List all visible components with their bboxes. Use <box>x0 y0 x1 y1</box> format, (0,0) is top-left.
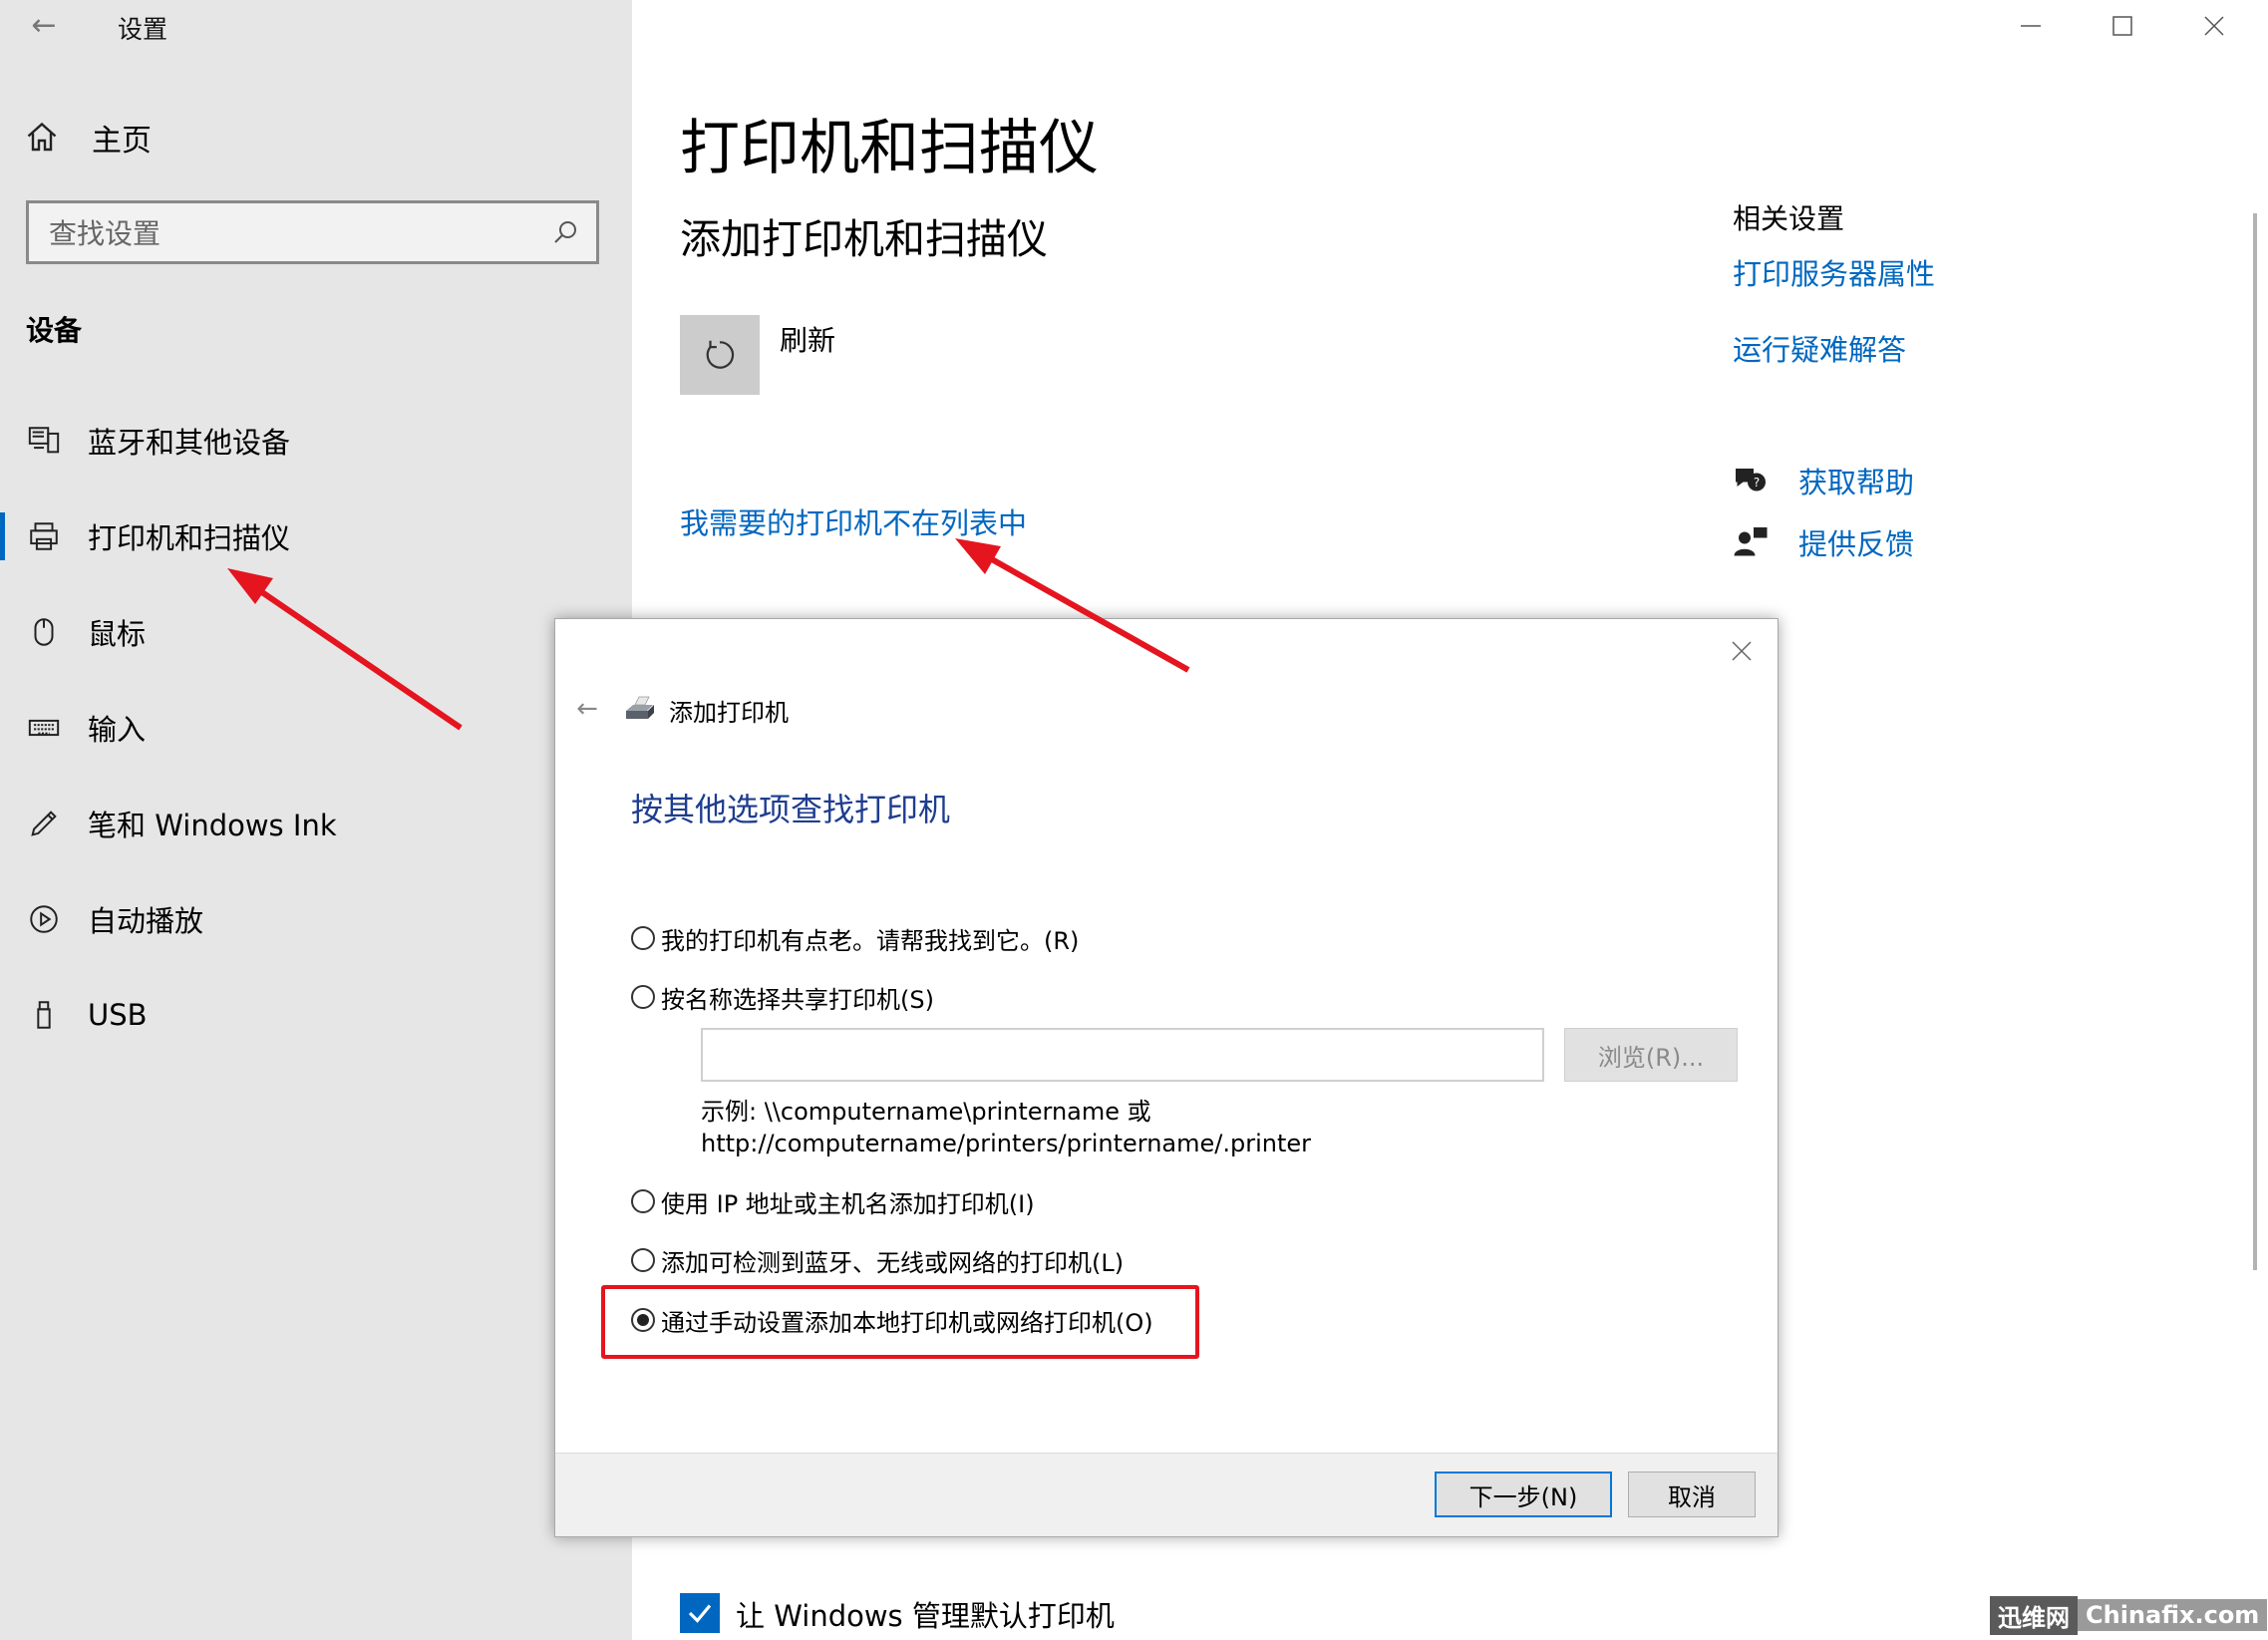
close-button[interactable] <box>2169 0 2259 52</box>
close-icon <box>2204 16 2224 36</box>
printer-icon <box>24 516 64 556</box>
minimize-button[interactable] <box>1986 0 2076 52</box>
sidebar-item-label: USB <box>88 998 148 1032</box>
printer-icon <box>626 696 654 719</box>
search-box[interactable] <box>26 200 599 264</box>
next-button[interactable]: 下一步(N) <box>1435 1472 1612 1517</box>
radio-button[interactable] <box>631 985 655 1009</box>
sidebar-home-label: 主页 <box>92 124 152 159</box>
sidebar-item-label: 鼠标 <box>88 617 147 651</box>
minimize-icon <box>2021 25 2041 27</box>
svg-text:?: ? <box>1754 476 1760 490</box>
refresh-icon <box>706 340 735 369</box>
watermark: 迅维网 Chinafix.com <box>1990 1595 2268 1635</box>
printer-not-listed-link[interactable]: 我需要的打印机不在列表中 <box>680 500 1027 542</box>
page-title: 打印机和扫描仪 <box>680 114 1099 183</box>
sidebar-item-mouse[interactable]: 鼠标 <box>0 600 632 664</box>
option-label: 添加可检测到蓝牙、无线或网络的打印机(L) <box>661 1248 1125 1277</box>
checkmark-icon <box>688 1604 712 1623</box>
example-line-2: http://computername/printers/printername… <box>701 1130 1312 1157</box>
bluetooth-device-icon <box>24 421 64 461</box>
refresh-label: 刷新 <box>780 324 836 357</box>
sidebar-item-label: 打印机和扫描仪 <box>88 521 291 555</box>
usb-icon <box>24 995 64 1035</box>
sidebar-item-typing[interactable]: 输入 <box>0 696 632 760</box>
give-feedback-link[interactable]: 提供反馈 <box>1733 520 1914 564</box>
example-text: 示例: \\computername\printername 或 http://… <box>701 1096 1311 1159</box>
feedback-icon <box>1734 527 1768 556</box>
give-feedback-label: 提供反馈 <box>1798 527 1915 561</box>
cancel-button[interactable]: 取消 <box>1628 1472 1756 1517</box>
sidebar-home[interactable]: 主页 <box>24 112 152 164</box>
page-subtitle: 添加打印机和扫描仪 <box>680 215 1048 263</box>
option-older-printer[interactable]: 我的打印机有点老。请帮我找到它。(R) <box>631 921 1079 955</box>
dialog-footer: 下一步(N) 取消 <box>555 1453 1778 1536</box>
search-input[interactable] <box>49 213 547 253</box>
maximize-button[interactable] <box>2078 0 2167 52</box>
keyboard-icon <box>24 708 64 748</box>
home-icon <box>27 122 57 152</box>
dialog-heading: 按其他选项查找打印机 <box>631 791 951 828</box>
help-chat-icon: ? <box>1736 469 1766 492</box>
sidebar-item-autoplay[interactable]: 自动播放 <box>0 887 632 951</box>
watermark-en: Chinafix.com <box>2078 1599 2268 1631</box>
option-discoverable-printer[interactable]: 添加可检测到蓝牙、无线或网络的打印机(L) <box>631 1243 1124 1277</box>
default-printer-checkbox[interactable] <box>680 1593 720 1633</box>
troubleshoot-link[interactable]: 运行疑难解答 <box>1733 327 1906 369</box>
mouse-icon <box>24 612 64 652</box>
example-line-1: 示例: \\computername\printername 或 <box>701 1098 1151 1126</box>
option-label: 按名称选择共享打印机(S) <box>661 985 934 1014</box>
sidebar-item-label: 蓝牙和其他设备 <box>88 426 291 460</box>
sidebar-item-label: 笔和 Windows Ink <box>88 809 337 842</box>
close-icon <box>1732 641 1752 661</box>
dialog-close-button[interactable] <box>1724 633 1760 669</box>
option-shared-by-name[interactable]: 按名称选择共享打印机(S) <box>631 980 934 1014</box>
dialog-back-icon[interactable]: ← <box>569 691 605 727</box>
dialog-title: 添加打印机 <box>669 699 789 727</box>
maximize-icon <box>2112 16 2132 36</box>
radio-button[interactable] <box>631 1248 655 1272</box>
shared-printer-input[interactable] <box>701 1028 1544 1082</box>
radio-button[interactable] <box>631 1189 655 1213</box>
print-server-properties-link[interactable]: 打印服务器属性 <box>1733 251 1935 293</box>
get-help-link[interactable]: ? 获取帮助 <box>1733 459 1914 502</box>
section-title: 设备 <box>26 314 83 347</box>
option-ip-hostname[interactable]: 使用 IP 地址或主机名添加打印机(I) <box>631 1184 1035 1218</box>
sidebar-item-printers[interactable]: 打印机和扫描仪 <box>0 504 632 568</box>
browse-button[interactable]: 浏览(R)... <box>1564 1028 1738 1082</box>
default-printer-label: 让 Windows 管理默认打印机 <box>736 1599 1115 1633</box>
sidebar-item-pen[interactable]: 笔和 Windows Ink <box>0 792 632 855</box>
sidebar-item-usb[interactable]: USB <box>0 983 632 1047</box>
option-label: 我的打印机有点老。请帮我找到它。(R) <box>661 926 1080 955</box>
scrollbar[interactable] <box>2253 213 2257 1270</box>
back-arrow-icon[interactable]: ← <box>24 6 64 46</box>
search-icon[interactable] <box>550 217 580 247</box>
app-title: 设置 <box>118 15 168 44</box>
pen-icon <box>24 804 64 843</box>
related-settings-heading: 相关设置 <box>1733 202 1845 235</box>
sidebar-item-bluetooth[interactable]: 蓝牙和其他设备 <box>0 409 632 473</box>
sidebar: ← 设置 主页 设备 蓝牙和其他设备 打印机和扫描仪 鼠标 <box>0 0 632 1640</box>
option-label: 使用 IP 地址或主机名添加打印机(I) <box>661 1189 1035 1218</box>
add-printer-dialog: ← 添加打印机 按其他选项查找打印机 我的打印机有点老。请帮我找到它。(R) 按… <box>554 618 1779 1537</box>
radio-button[interactable] <box>631 926 655 950</box>
red-highlight-box <box>601 1285 1199 1359</box>
autoplay-icon <box>24 899 64 939</box>
sidebar-item-label: 自动播放 <box>88 904 204 938</box>
get-help-label: 获取帮助 <box>1798 466 1915 499</box>
sidebar-item-label: 输入 <box>88 713 147 747</box>
refresh-button[interactable] <box>680 315 760 395</box>
watermark-cn: 迅维网 <box>1990 1595 2078 1635</box>
